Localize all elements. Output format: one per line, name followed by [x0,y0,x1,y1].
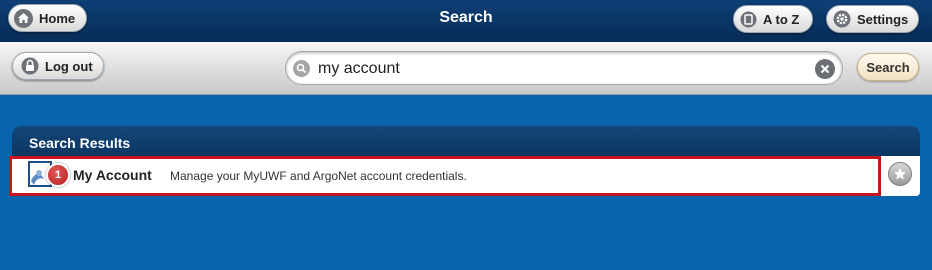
search-field[interactable] [285,51,843,85]
a-to-z-button[interactable]: A to Z [733,5,813,33]
top-header-bar: Home Search A to Z Settings [0,0,932,42]
search-input[interactable] [316,58,800,80]
search-button[interactable]: Search [857,53,919,81]
a-to-z-button-label: A to Z [763,11,800,27]
selected-result-highlight [9,156,881,196]
settings-button-label: Settings [857,11,909,27]
gear-icon [833,10,851,28]
search-toolbar: Log out Search [0,42,932,95]
search-results-heading: Search Results [12,126,920,158]
bookmark-icon [740,11,757,28]
settings-button[interactable]: Settings [826,5,919,33]
lock-icon [21,57,39,75]
logout-button-label: Log out [45,58,93,74]
clear-search-icon[interactable] [815,59,835,79]
logout-button[interactable]: Log out [12,52,104,80]
search-icon [293,60,310,77]
star-icon[interactable] [888,162,912,186]
